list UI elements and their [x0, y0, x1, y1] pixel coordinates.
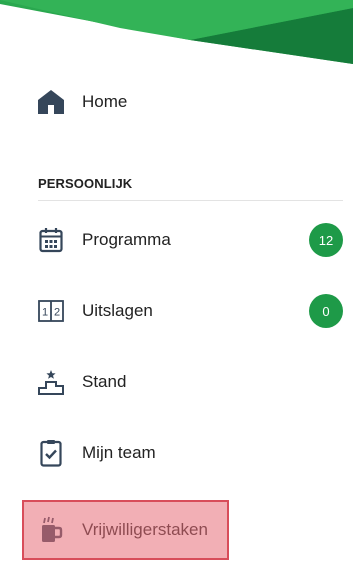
sidebar-item-uitslagen[interactable]: 1 2 Uitslagen 0 [0, 289, 353, 333]
section-divider [38, 200, 343, 201]
sidebar-item-label: Stand [82, 372, 127, 391]
clipboard-check-icon [37, 439, 65, 467]
section-header-personal: PERSOONLIJK [38, 176, 133, 191]
scoreboard-icon: 1 2 [37, 297, 65, 325]
podium-icon [37, 368, 65, 396]
beer-mug-icon [37, 516, 65, 544]
svg-text:2: 2 [54, 307, 60, 319]
sidebar-item-label: Uitslagen [82, 301, 153, 320]
sidebar-item-label: Vrijwilligerstaken [82, 520, 208, 539]
sidebar-item-vrijwilligerstaken[interactable]: Vrijwilligerstaken [0, 508, 353, 552]
header-banner [0, 0, 353, 70]
sidebar-item-label: Mijn team [82, 443, 156, 462]
count-badge: 0 [309, 294, 343, 328]
sidebar-item-label: Programma [82, 230, 171, 249]
count-badge: 12 [309, 223, 343, 257]
sidebar-item-programma[interactable]: Programma 12 [0, 218, 353, 262]
sidebar-item-label: Home [82, 92, 128, 111]
calendar-icon [37, 226, 65, 254]
svg-text:1: 1 [42, 307, 48, 319]
sidebar-item-home[interactable]: Home [0, 80, 353, 124]
home-icon [37, 88, 65, 116]
sidebar-item-stand[interactable]: Stand [0, 360, 353, 404]
sidebar-item-mijn-team[interactable]: Mijn team [0, 431, 353, 475]
